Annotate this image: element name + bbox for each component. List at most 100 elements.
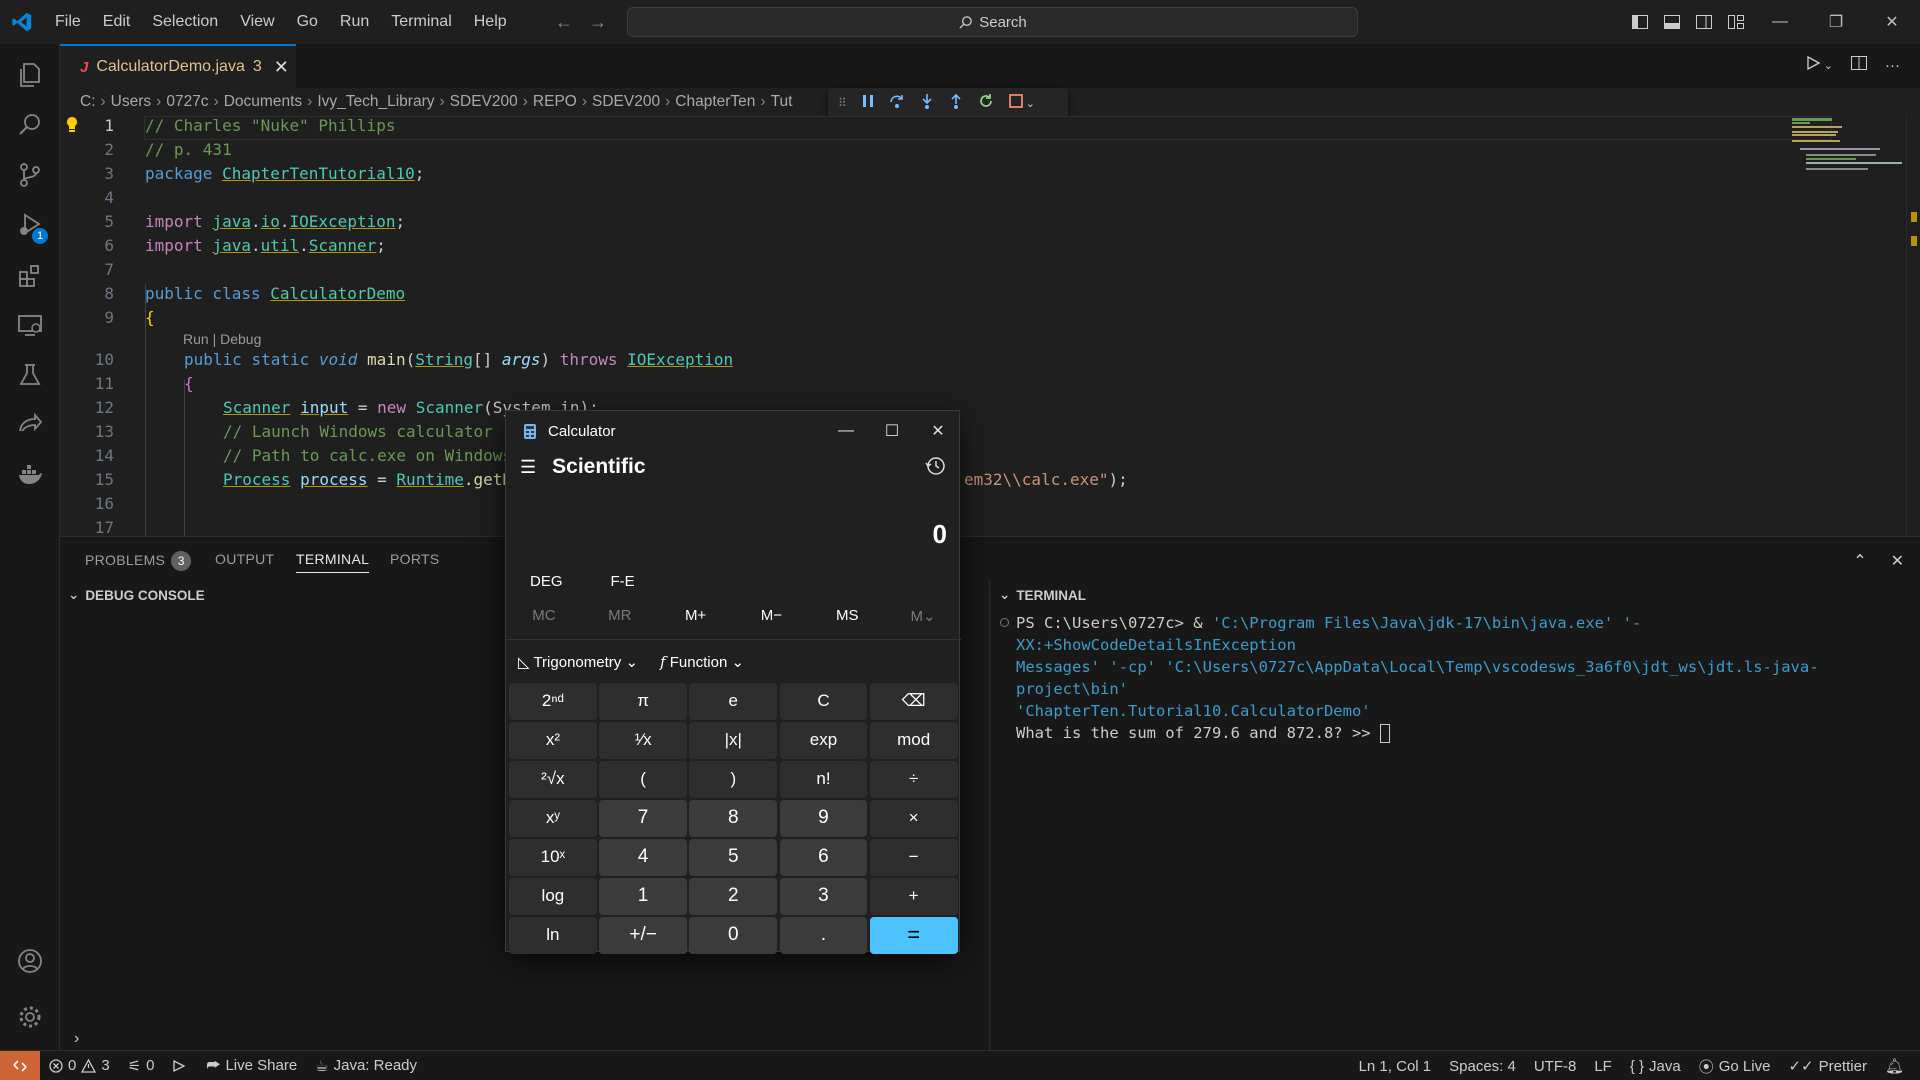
debug-status-icon[interactable]	[163, 1059, 197, 1073]
notifications-bell-icon[interactable]: 🔔︎	[1876, 1057, 1920, 1075]
breadcrumb-item[interactable]: Ivy_Tech_Library	[317, 93, 434, 111]
minimap[interactable]	[1788, 116, 1906, 186]
breadcrumb-item[interactable]: Documents	[224, 93, 302, 111]
calc-key[interactable]: =	[869, 916, 958, 954]
source-control-icon[interactable]	[0, 150, 60, 200]
toggle-panel-icon[interactable]	[1656, 0, 1688, 44]
calculator-title-bar[interactable]: Calculator — ☐ ✕	[506, 411, 961, 451]
calc-key[interactable]: π	[599, 683, 687, 720]
breadcrumb-item[interactable]: C:	[80, 93, 96, 111]
calc-key[interactable]: ×	[869, 799, 958, 837]
go-live-status[interactable]: ⦿ Go Live	[1690, 1056, 1780, 1077]
command-center-search[interactable]: Search	[627, 7, 1358, 37]
extensions-icon[interactable]	[0, 250, 60, 300]
restore-icon[interactable]: ❐	[1808, 0, 1864, 44]
back-arrow-icon[interactable]: ←	[555, 12, 573, 33]
trigonometry-dropdown[interactable]: ◺ Trigonometry ⌄	[518, 653, 638, 671]
calc-maximize-icon[interactable]: ☐	[869, 411, 915, 451]
calc-key[interactable]: 1	[599, 877, 687, 915]
problems-status[interactable]: 0 3	[40, 1057, 119, 1074]
calc-key[interactable]: )	[689, 760, 778, 798]
breadcrumb-item[interactable]: Users	[111, 93, 151, 111]
menu-go[interactable]: Go	[286, 0, 329, 44]
menu-edit[interactable]: Edit	[92, 0, 142, 44]
history-icon[interactable]	[925, 455, 947, 481]
testing-icon[interactable]	[0, 350, 60, 400]
calc-key[interactable]: 7	[599, 799, 687, 837]
calc-key[interactable]: exp	[779, 721, 868, 759]
close-tab-icon[interactable]: ✕	[274, 57, 289, 78]
step-over-icon[interactable]	[889, 93, 905, 113]
calc-key[interactable]: +	[869, 877, 958, 915]
calc-minimize-icon[interactable]: —	[823, 411, 869, 451]
calc-key[interactable]: e	[689, 683, 778, 720]
calc-key[interactable]: ²√x	[509, 760, 597, 798]
tab-ports[interactable]: PORTS	[390, 551, 439, 567]
breadcrumb-item[interactable]: SDEV200	[450, 93, 518, 111]
breadcrumb-item[interactable]: ChapterTen	[675, 93, 755, 111]
remote-indicator-icon[interactable]	[0, 1050, 40, 1080]
memory-button[interactable]: M−	[733, 607, 809, 625]
live-share-status[interactable]: ⮫ Live Share	[197, 1057, 306, 1074]
encoding[interactable]: UTF-8	[1525, 1058, 1586, 1075]
calc-key[interactable]: 9	[779, 799, 868, 837]
memory-button[interactable]: M+	[658, 607, 734, 625]
calc-key[interactable]: 10ˣ	[509, 838, 597, 876]
calc-key[interactable]: 4	[599, 838, 687, 876]
live-share-view-icon[interactable]	[0, 400, 60, 450]
close-window-icon[interactable]: ✕	[1864, 0, 1920, 44]
calc-key[interactable]: 8	[689, 799, 778, 837]
menu-run[interactable]: Run	[329, 0, 380, 44]
run-dropdown-chevron-icon[interactable]: ⌄	[1824, 59, 1833, 72]
breadcrumb-item[interactable]: 0727c	[166, 93, 208, 111]
tab-output[interactable]: OUTPUT	[215, 551, 274, 567]
tab-problems[interactable]: PROBLEMS 3	[85, 551, 192, 571]
stop-icon[interactable]	[1008, 94, 1023, 112]
calc-key[interactable]: 2ⁿᵈ	[509, 683, 597, 720]
calc-key[interactable]: mod	[869, 721, 958, 759]
step-out-icon[interactable]	[949, 93, 963, 113]
ports-status[interactable]: ⚟ 0	[119, 1057, 164, 1075]
deg-toggle-button[interactable]: DEG	[530, 573, 563, 590]
explorer-icon[interactable]	[0, 50, 60, 100]
terminal-header[interactable]: ⌄ TERMINAL	[991, 580, 1920, 610]
calc-key[interactable]: xʸ	[509, 799, 597, 837]
function-dropdown[interactable]: f Function ⌄	[660, 653, 744, 671]
stop-dropdown-chevron-icon[interactable]: ⌄	[1026, 97, 1035, 110]
calc-key[interactable]: log	[509, 877, 597, 915]
menu-terminal[interactable]: Terminal	[380, 0, 462, 44]
menu-view[interactable]: View	[229, 0, 285, 44]
calc-key[interactable]: ¹⁄x	[599, 721, 687, 759]
search-view-icon[interactable]	[0, 100, 60, 150]
fe-toggle-button[interactable]: F-E	[611, 573, 635, 590]
restart-icon[interactable]	[978, 93, 994, 113]
forward-arrow-icon[interactable]: →	[589, 12, 607, 33]
calc-key[interactable]: (	[599, 760, 687, 798]
close-panel-icon[interactable]: ✕	[1891, 551, 1904, 571]
calc-key[interactable]: −	[869, 838, 958, 876]
hamburger-menu-icon[interactable]: ☰	[520, 457, 536, 478]
memory-button[interactable]: MR	[582, 607, 658, 625]
breadcrumb-item[interactable]: Tut	[771, 93, 793, 111]
menu-help[interactable]: Help	[463, 0, 518, 44]
calc-key[interactable]: ÷	[869, 760, 958, 798]
repl-prompt-chevron-icon[interactable]: ›	[74, 1030, 79, 1048]
step-into-icon[interactable]	[920, 93, 934, 113]
end-of-line[interactable]: LF	[1585, 1058, 1621, 1075]
memory-button[interactable]: MC	[506, 607, 582, 625]
split-editor-icon[interactable]	[1851, 56, 1867, 74]
toggle-secondary-sidebar-icon[interactable]	[1688, 0, 1720, 44]
toggle-primary-sidebar-icon[interactable]	[1624, 0, 1656, 44]
calc-close-icon[interactable]: ✕	[915, 411, 961, 451]
menu-file[interactable]: File	[44, 0, 92, 44]
tab-calculatordemo-java[interactable]: J CalculatorDemo.java 3 ✕	[60, 44, 296, 88]
accounts-icon[interactable]	[0, 936, 60, 986]
pause-icon[interactable]	[862, 94, 874, 112]
calc-key[interactable]: 0	[689, 916, 778, 954]
calc-key[interactable]: 3	[779, 877, 868, 915]
calc-key[interactable]: 2	[689, 877, 778, 915]
calc-key[interactable]: 5	[689, 838, 778, 876]
menu-selection[interactable]: Selection	[141, 0, 229, 44]
minimize-icon[interactable]: —	[1752, 0, 1808, 44]
codelens-run-debug[interactable]: Run | Debug	[183, 331, 261, 347]
